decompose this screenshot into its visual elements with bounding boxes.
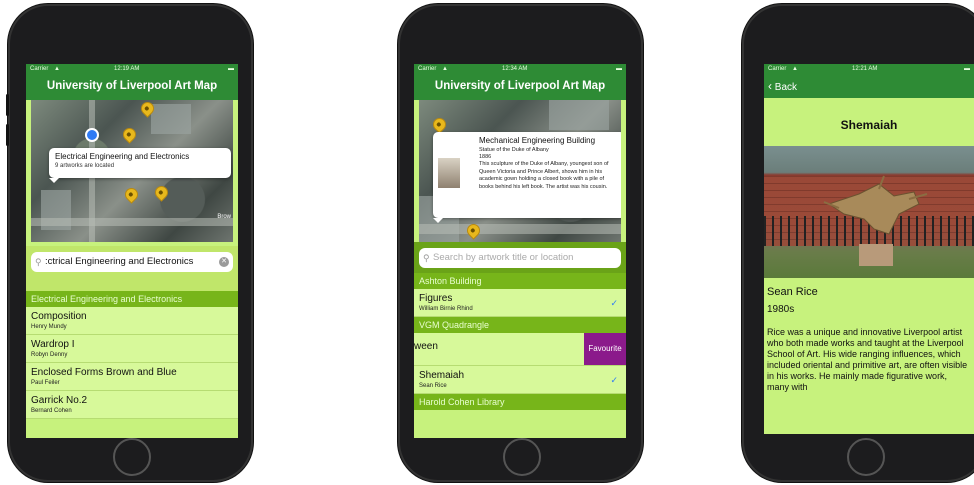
clock: 12:34 AM [502, 66, 528, 72]
search-placeholder: Search by artwork title or location [433, 252, 574, 263]
list-item[interactable]: Shemaiah Sean Rice ✓ [414, 366, 626, 394]
map-view[interactable]: Mechanical Engineering Building Statue o… [419, 100, 621, 242]
artwork-title: Composition [31, 311, 87, 322]
battery-icon: ▬ [616, 66, 622, 72]
artwork-artist: Bernard Cohen [31, 408, 72, 414]
volume-down-button [6, 124, 9, 146]
section-header: VGM Quadrangle [414, 317, 626, 333]
map-view[interactable]: Electrical Engineering and Electronics 9… [31, 100, 233, 242]
artwork-artist: William Birnie Rhind [419, 306, 473, 312]
page-title: University of Liverpool Art Map [434, 80, 606, 92]
artwork-title: Garrick No.2 [31, 395, 88, 406]
carrier-label: Carrier [30, 66, 49, 72]
home-button[interactable] [846, 438, 885, 476]
clock: 12:19 AM [114, 66, 140, 72]
section-header: Harold Cohen Library [414, 394, 626, 410]
back-label: Back [774, 82, 798, 93]
phone-1: Carrier ▲ 12:19 AM ▬ University of Liver… [6, 4, 253, 482]
map-callout[interactable]: Electrical Engineering and Electronics 9… [49, 148, 231, 183]
status-bar: Carrier ▲ 12:34 AM ▬ [414, 64, 626, 76]
phone-2: Carrier ▲ 12:34 AM ▬ University of Liver… [398, 4, 643, 482]
map-pin-icon[interactable] [120, 125, 139, 144]
list-item[interactable]: Garrick No.2 Bernard Cohen [26, 391, 238, 419]
list-item[interactable]: Composition Henry Mundy [26, 307, 238, 335]
screen-artwork-detail: Carrier ▲ 12:21 AM ▬ ‹ Back Shemaiah Sea… [764, 64, 974, 434]
checkmark-icon: ✓ [610, 375, 618, 385]
page-title: University of Liverpool Art Map [46, 80, 218, 92]
wifi-icon: ▲ [54, 66, 60, 72]
callout-line1: Statue of the Duke of Albany [479, 147, 549, 153]
carrier-label: Carrier [418, 66, 437, 72]
battery-icon: ▬ [228, 66, 234, 72]
list-item[interactable]: Wardrop I Robyn Denny [26, 335, 238, 363]
list-item[interactable]: Figures William Birnie Rhind ✓ [414, 289, 626, 317]
callout-body: This sculpture of the Duke of Albany, yo… [479, 161, 609, 190]
user-location-icon [85, 128, 99, 142]
callout-subtitle: 9 artworks are located [55, 163, 115, 169]
search-icon: ⚲ [35, 257, 42, 267]
wifi-icon: ▲ [442, 66, 448, 72]
artwork-year: 1980s [767, 304, 795, 315]
artwork-title: Enclosed Forms Brown and Blue [31, 367, 177, 378]
map-label: Brow [217, 214, 231, 220]
search-input[interactable]: ⚲ Search by artwork title or location [419, 248, 621, 268]
chevron-left-icon: ‹ [768, 79, 772, 93]
map-pin-icon[interactable] [122, 185, 141, 204]
screen-map-list: Carrier ▲ 12:34 AM ▬ University of Liver… [414, 64, 626, 438]
carrier-label: Carrier [768, 66, 787, 72]
battery-icon: ▬ [964, 66, 970, 72]
artist-bio: Rice was a unique and innovative Liverpo… [767, 327, 968, 392]
search-bar-container: ⚲ :ctrical Engineering and Electronics ✕ [26, 246, 238, 277]
artwork-title: Wardrop I [31, 339, 75, 350]
artwork-artist: Robyn Denny [31, 352, 68, 358]
artwork-thumbnail [438, 158, 460, 188]
screen-map-search: Carrier ▲ 12:19 AM ▬ University of Liver… [26, 64, 238, 438]
status-bar: Carrier ▲ 12:21 AM ▬ [764, 64, 974, 76]
status-bar: Carrier ▲ 12:19 AM ▬ [26, 64, 238, 76]
phone-3: Carrier ▲ 12:21 AM ▬ ‹ Back Shemaiah Sea… [742, 4, 974, 482]
artwork-artist: Henry Mundy [31, 324, 67, 330]
clear-icon[interactable]: ✕ [219, 257, 229, 267]
callout-line2: 1886 [479, 154, 492, 160]
favourite-button[interactable]: Favourite [584, 333, 626, 365]
list-item[interactable]: Enclosed Forms Brown and Blue Paul Feile… [26, 363, 238, 391]
artwork-title: ween [414, 341, 438, 352]
search-input[interactable]: ⚲ :ctrical Engineering and Electronics ✕ [31, 252, 233, 272]
home-button[interactable] [502, 438, 541, 476]
nav-bar: ‹ Back [764, 76, 974, 98]
section-header: Electrical Engineering and Electronics [26, 291, 238, 307]
back-button[interactable]: ‹ Back [768, 79, 798, 93]
section-header: Ashton Building [414, 273, 626, 289]
nav-bar: University of Liverpool Art Map [414, 76, 626, 100]
artwork-title: Shemaiah [419, 370, 465, 381]
wifi-icon: ▲ [792, 66, 798, 72]
sculpture-image [823, 175, 928, 235]
search-value: :ctrical Engineering and Electronics [45, 256, 194, 267]
clock: 12:21 AM [852, 66, 878, 72]
callout-title: Mechanical Engineering Building [479, 136, 596, 145]
artwork-title: Shemaiah [840, 118, 898, 132]
map-pin-icon[interactable] [430, 115, 449, 134]
search-icon: ⚲ [423, 253, 430, 263]
checkmark-icon: ✓ [610, 298, 618, 308]
artwork-photo [764, 146, 974, 278]
map-callout[interactable]: Mechanical Engineering Building Statue o… [433, 132, 621, 223]
artist-name: Sean Rice [767, 286, 818, 298]
artwork-artist: Sean Rice [419, 383, 447, 389]
volume-up-button [6, 94, 9, 116]
map-pin-icon[interactable] [152, 183, 171, 202]
list-item-swiped[interactable]: ween Favourite [414, 333, 626, 366]
artwork-title: Figures [419, 293, 453, 304]
search-bar-container: ⚲ Search by artwork title or location [414, 242, 626, 273]
nav-bar: University of Liverpool Art Map [26, 76, 238, 100]
artwork-artist: Paul Feiler [31, 380, 60, 386]
callout-title: Electrical Engineering and Electronics [55, 152, 190, 161]
home-button[interactable] [112, 438, 151, 476]
